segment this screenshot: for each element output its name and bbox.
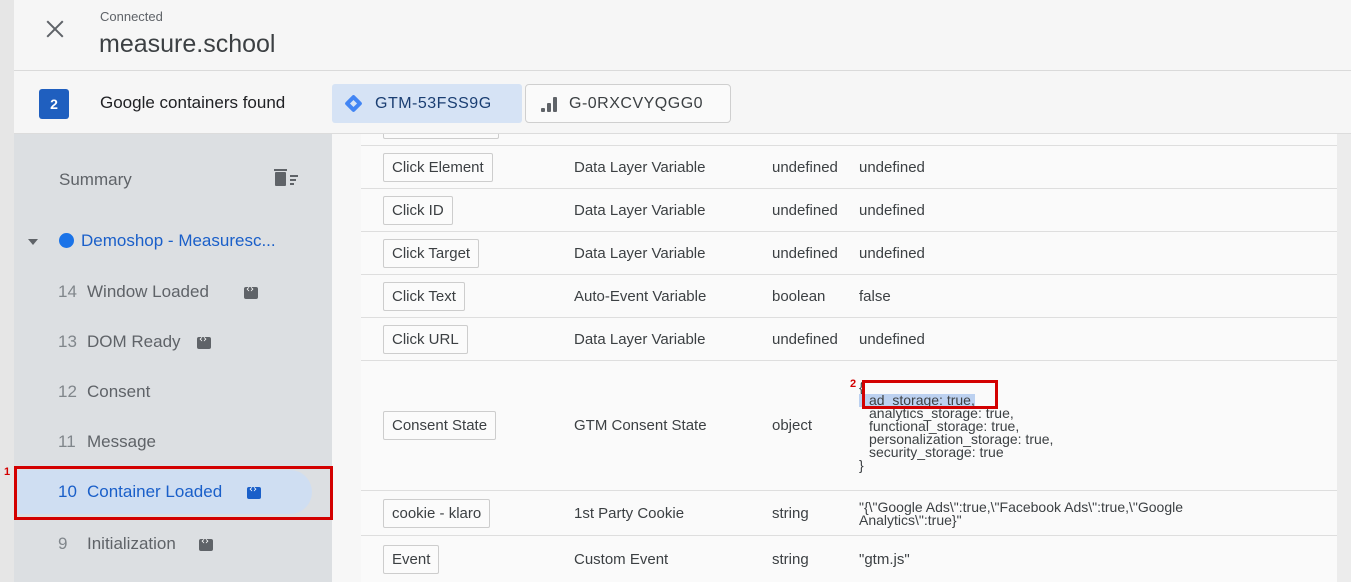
annotation-marker-1: 1 xyxy=(4,466,11,478)
connected-domain: measure.school xyxy=(99,30,276,58)
page-group[interactable]: Demoshop - Measuresc... xyxy=(14,223,332,259)
connection-status: Connected xyxy=(100,9,163,24)
ga-container-tab[interactable]: G-0RXCVYQGG0 xyxy=(525,84,731,123)
event-number: 13 xyxy=(58,332,77,351)
variable-type: Data Layer Variable xyxy=(574,158,706,176)
variable-name-chip[interactable]: Click URL xyxy=(383,324,468,354)
value-line: security_storage: true xyxy=(869,443,1004,460)
header: Connected measure.school xyxy=(14,0,1351,71)
tag-fired-icon xyxy=(197,334,211,349)
variable-name-chip[interactable] xyxy=(383,134,499,139)
event-number: 14 xyxy=(58,282,77,301)
event-item-message[interactable]: 11 Message xyxy=(14,420,332,464)
event-name: DOM Ready xyxy=(87,332,181,351)
highlight-box-ad-storage xyxy=(862,380,998,409)
variable-data-type: undefined xyxy=(772,244,838,262)
event-name: Initialization xyxy=(87,534,176,553)
variable-name-chip[interactable]: Click Text xyxy=(383,281,465,311)
highlight-box-container-loaded xyxy=(14,466,333,520)
scrollbar[interactable] xyxy=(1337,134,1351,582)
gtm-container-id: GTM-53FSS9G xyxy=(375,94,492,112)
ga-container-id: G-0RXCVYQGG0 xyxy=(569,94,704,112)
variable-data-type: object xyxy=(772,417,813,434)
table-row-clipped xyxy=(361,134,1351,145)
variable-value: "gtm.js" xyxy=(859,550,910,568)
variable-name-chip[interactable]: cookie - klaro xyxy=(383,498,491,528)
annotation-marker-2: 2 xyxy=(850,378,857,390)
event-name: Window Loaded xyxy=(87,282,209,301)
event-item-window-loaded[interactable]: 14 Window Loaded xyxy=(14,270,332,314)
event-number: 11 xyxy=(58,432,76,451)
variable-name-chip[interactable]: Event xyxy=(383,544,440,574)
variable-value: "{\"Google Ads\":true,\"Facebook Ads\":t… xyxy=(859,500,1183,528)
variable-data-type: undefined xyxy=(772,330,838,348)
event-item-dom-ready[interactable]: 13 DOM Ready xyxy=(14,320,332,364)
event-item-consent[interactable]: 12 Consent xyxy=(14,370,332,414)
variable-type: Data Layer Variable xyxy=(574,244,706,262)
variable-data-type: undefined xyxy=(772,201,838,219)
table-row: Click Target Data Layer Variable undefined… xyxy=(361,231,1351,275)
window-edge xyxy=(0,0,14,582)
event-name: Message xyxy=(87,432,156,451)
table-row: Click URL Data Layer Variable undefined und… xyxy=(361,317,1351,361)
variable-type: Custom Event xyxy=(574,550,669,568)
variable-value: undefined xyxy=(859,330,925,348)
variable-name-chip[interactable]: Click Element xyxy=(383,152,493,182)
page-dot-icon xyxy=(59,233,74,248)
variable-value: undefined xyxy=(859,201,925,219)
table-row: Event Custom Event string "gtm.js" xyxy=(361,535,1351,582)
event-name: Consent xyxy=(87,382,151,401)
tag-fired-icon xyxy=(244,284,258,299)
variable-value: undefined xyxy=(859,158,925,176)
variable-name-chip[interactable]: Click ID xyxy=(383,195,453,225)
variable-type: Data Layer Variable xyxy=(574,201,706,219)
variable-value: undefined xyxy=(859,244,925,262)
clear-messages-icon[interactable] xyxy=(273,169,299,189)
variable-type: Data Layer Variable xyxy=(574,330,706,348)
container-count-badge: 2 xyxy=(39,89,69,119)
table-row: Click Text Auto-Event Variable boolean fals… xyxy=(361,274,1351,318)
containers-found-label: Google containers found xyxy=(100,93,286,112)
variable-name-chip[interactable]: Click Target xyxy=(383,238,480,268)
event-item-initialization[interactable]: 9 Initialization xyxy=(14,522,332,566)
table-row: Click Element Data Layer Variable undefine… xyxy=(361,145,1351,189)
page-title: Demoshop - Measuresc... xyxy=(81,231,276,250)
containers-bar: 2 Google containers found GTM-53FSS9G G-… xyxy=(14,71,1351,134)
gtm-container-tab[interactable]: GTM-53FSS9G xyxy=(332,84,522,123)
value-line: } xyxy=(859,456,864,473)
variable-type: GTM Consent State xyxy=(574,417,707,434)
close-icon[interactable] xyxy=(44,18,66,40)
table-row: cookie - klaro 1st Party Cookie string "{\"… xyxy=(361,490,1351,536)
event-number: 12 xyxy=(58,382,77,401)
event-number: 9 xyxy=(58,534,68,553)
variable-data-type: undefined xyxy=(772,158,838,176)
variable-data-type: string xyxy=(772,504,809,522)
variables-table: Click Element Data Layer Variable undefine… xyxy=(361,134,1351,582)
variable-data-type: boolean xyxy=(772,287,826,305)
value-line: Analytics\":true}" xyxy=(859,511,962,528)
variable-value: false xyxy=(859,287,891,305)
variable-data-type: string xyxy=(772,550,809,568)
summary-item[interactable]: Summary xyxy=(59,170,132,190)
variable-type: 1st Party Cookie xyxy=(574,504,685,522)
variable-type: Auto-Event Variable xyxy=(574,287,707,305)
tag-fired-icon xyxy=(199,536,213,551)
table-row: Click ID Data Layer Variable undefined unde… xyxy=(361,188,1351,232)
gtm-diamond-icon xyxy=(344,94,364,114)
chevron-down-icon[interactable] xyxy=(28,239,38,245)
analytics-bars-icon xyxy=(540,95,558,113)
variable-name-chip[interactable]: Consent State xyxy=(383,411,497,440)
